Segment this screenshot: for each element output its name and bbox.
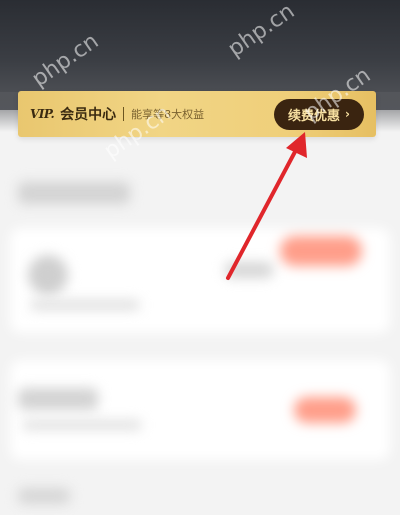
annotation-arrow-icon [226,132,307,280]
